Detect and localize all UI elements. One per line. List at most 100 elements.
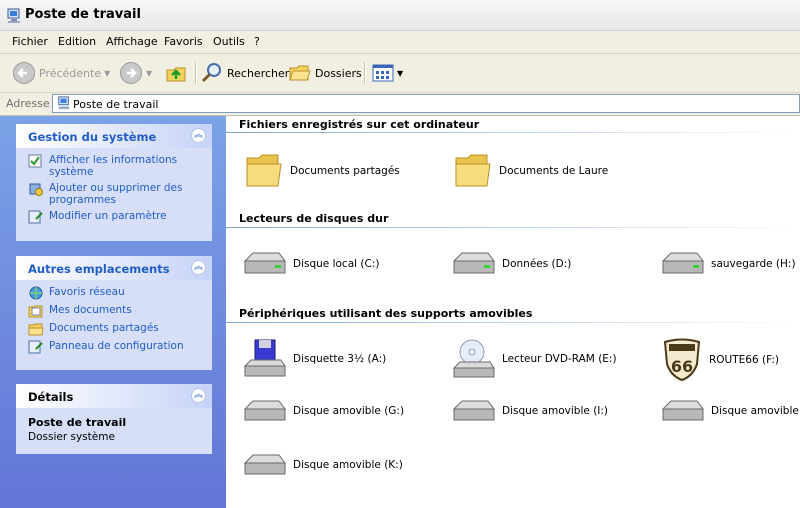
my-computer-icon — [7, 8, 20, 23]
place-shared-documents[interactable]: Documents partagés — [28, 322, 204, 336]
views-dropdown-icon[interactable]: ▼ — [397, 69, 403, 78]
drive-item-h[interactable]: sauvegarde (H:) — [659, 247, 796, 281]
up-folder-button[interactable] — [165, 61, 189, 85]
menu-help[interactable]: ? — [254, 35, 260, 48]
hard-drive-icon — [452, 252, 495, 274]
removable-drive-icon — [661, 400, 704, 421]
address-label: Adresse — [6, 97, 50, 110]
folder-item[interactable]: Documents de Laure — [453, 152, 608, 190]
item-label: Données (D:) — [502, 258, 572, 270]
forward-dropdown-icon[interactable]: ▼ — [146, 69, 152, 78]
item-label: Disque amovible (I:) — [502, 405, 609, 417]
drive-item-f[interactable]: 66 ROUTE66 (F:) — [661, 338, 779, 382]
back-button[interactable]: Précédente ▼ — [12, 61, 110, 85]
group-header-files: Fichiers enregistrés sur cet ordinateur — [239, 118, 480, 131]
task-label: Ajouter ou supprimer des programmes — [49, 182, 183, 206]
search-icon — [201, 63, 221, 83]
task-label: Afficher les informations système — [49, 154, 178, 178]
drive-item-d[interactable]: Données (D:) — [450, 247, 571, 281]
item-label: Disque amovible (K:) — [293, 459, 403, 471]
menu-edition[interactable]: Edition — [58, 35, 96, 48]
drive-item-a[interactable]: Disquette 3½ (A:) — [241, 338, 386, 380]
route66-shield-icon: 66 — [663, 338, 701, 382]
add-remove-programs-icon — [29, 183, 43, 196]
hard-drive-icon — [243, 252, 286, 274]
back-arrow-icon — [13, 62, 35, 84]
group-divider — [226, 227, 800, 228]
item-label: Disque amovible (J:) — [711, 405, 800, 417]
views-button[interactable]: ▼ — [372, 61, 403, 85]
system-tasks-panel: Gestion du système ︽ Afficher les inform… — [16, 124, 212, 241]
folder-icon — [28, 323, 44, 336]
drive-item-i[interactable]: Disque amovible (I:) — [450, 397, 608, 425]
folder-icon — [455, 154, 491, 187]
network-places-icon — [29, 286, 43, 300]
place-network[interactable]: Favoris réseau — [28, 286, 204, 300]
folders-label: Dossiers — [315, 66, 362, 80]
collapse-icon[interactable]: ︽ — [191, 128, 206, 143]
place-label: Panneau de configuration — [49, 340, 184, 352]
collapse-icon[interactable]: ︽ — [191, 388, 206, 403]
menu-favoris[interactable]: Favoris — [164, 35, 203, 48]
toolbar-separator — [195, 62, 197, 84]
place-label: Favoris réseau — [49, 286, 125, 298]
drive-item-j[interactable]: Disque amovible (J:) — [659, 397, 800, 425]
details-panel: Détails ︽ Poste de travail Dossier systè… — [16, 384, 212, 454]
folders-icon — [289, 65, 311, 81]
forward-arrow-icon — [120, 62, 142, 84]
task-label: Modifier un paramètre — [49, 210, 167, 222]
place-control-panel[interactable]: Panneau de configuration — [28, 340, 204, 354]
details-header[interactable]: Détails ︽ — [16, 384, 212, 408]
title-bar: Poste de travail — [0, 0, 800, 31]
task-add-remove-programs[interactable]: Ajouter ou supprimer des programmes — [28, 182, 204, 206]
place-label: Documents partagés — [49, 322, 159, 334]
control-panel-icon — [28, 340, 43, 354]
my-documents-icon — [28, 305, 43, 318]
my-computer-icon — [58, 96, 70, 110]
menu-affichage[interactable]: Affichage — [106, 35, 158, 48]
other-places-panel: Autres emplacements ︽ Favoris réseau Mes… — [16, 256, 212, 370]
views-grid-icon — [372, 64, 394, 82]
back-dropdown-icon[interactable]: ▼ — [104, 69, 110, 78]
address-value: Poste de travail — [73, 98, 159, 111]
system-info-icon — [28, 154, 42, 168]
file-view: Fichiers enregistrés sur cet ordinateur … — [226, 116, 800, 508]
forward-button[interactable]: ▼ — [119, 61, 152, 85]
item-label: ROUTE66 (F:) — [709, 354, 779, 366]
task-pane: Gestion du système ︽ Afficher les inform… — [0, 116, 226, 508]
collapse-icon[interactable]: ︽ — [191, 260, 206, 275]
menu-outils[interactable]: Outils — [213, 35, 245, 48]
other-places-header[interactable]: Autres emplacements ︽ — [16, 256, 212, 280]
menu-fichier[interactable]: Fichier — [12, 35, 48, 48]
panel-title: Autres emplacements — [28, 262, 170, 276]
search-button[interactable]: Rechercher — [200, 61, 289, 85]
place-my-documents[interactable]: Mes documents — [28, 304, 204, 318]
hard-drive-icon — [661, 252, 704, 274]
folder-item[interactable]: Documents partagés — [244, 152, 400, 190]
group-header-removable: Périphériques utilisant des supports amo… — [239, 307, 533, 320]
task-view-system-info[interactable]: Afficher les informations système — [28, 154, 204, 178]
place-label: Mes documents — [49, 304, 132, 316]
control-panel-icon — [28, 210, 43, 224]
folders-button[interactable]: Dossiers — [288, 61, 362, 85]
drive-item-k[interactable]: Disque amovible (K:) — [241, 451, 403, 479]
address-input[interactable]: Poste de travail — [52, 94, 800, 113]
panel-title: Gestion du système — [28, 130, 157, 144]
details-name: Poste de travail — [28, 416, 127, 429]
dvd-drive-icon — [452, 339, 495, 378]
removable-drive-icon — [243, 400, 286, 421]
drive-item-g[interactable]: Disque amovible (G:) — [241, 397, 404, 425]
item-label: Documents partagés — [290, 165, 400, 177]
panel-title: Détails — [28, 390, 74, 404]
search-label: Rechercher — [227, 66, 290, 80]
item-label: Disque local (C:) — [293, 258, 380, 270]
removable-drive-icon — [452, 400, 495, 421]
system-tasks-header[interactable]: Gestion du système ︽ — [16, 124, 212, 148]
menu-bar: Fichier Edition Affichage Favoris Outils… — [0, 31, 800, 54]
drive-item-e[interactable]: Lecteur DVD-RAM (E:) — [450, 338, 617, 380]
back-label: Précédente — [39, 66, 102, 80]
drive-item-c[interactable]: Disque local (C:) — [241, 247, 379, 281]
item-label: Documents de Laure — [499, 165, 609, 177]
task-change-setting[interactable]: Modifier un paramètre — [28, 210, 204, 224]
details-type: Dossier système — [28, 431, 115, 443]
